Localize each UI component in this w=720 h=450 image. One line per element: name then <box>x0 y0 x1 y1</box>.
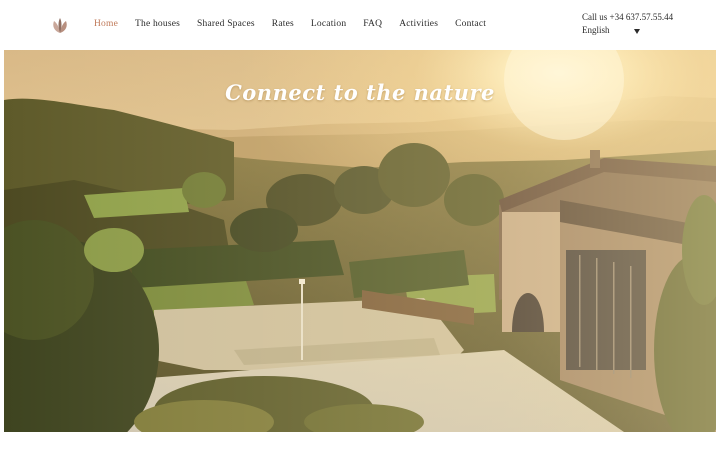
language-selector[interactable]: English <box>582 24 673 37</box>
caret-down-icon <box>633 28 640 34</box>
hero-banner: Connect to the nature <box>4 50 716 432</box>
main-nav: Home The houses Shared Spaces Rates Loca… <box>94 19 486 29</box>
nav-item-home[interactable]: Home <box>94 19 118 29</box>
phone-link[interactable]: Call us +34 637.57.55.44 <box>582 11 673 24</box>
nav-item-the-houses[interactable]: The houses <box>135 19 180 29</box>
language-label: English <box>582 25 610 35</box>
leaf-logo-icon[interactable] <box>50 17 70 35</box>
hero-title: Connect to the nature <box>225 80 495 105</box>
hero-landscape-image <box>4 50 716 432</box>
nav-item-activities[interactable]: Activities <box>399 19 438 29</box>
nav-item-faq[interactable]: FAQ <box>363 19 382 29</box>
header-contact: Call us +34 637.57.55.44 English <box>582 11 673 37</box>
nav-item-shared-spaces[interactable]: Shared Spaces <box>197 19 255 29</box>
site-header: Home The houses Shared Spaces Rates Loca… <box>0 0 720 50</box>
nav-item-contact[interactable]: Contact <box>455 19 486 29</box>
nav-item-location[interactable]: Location <box>311 19 346 29</box>
nav-item-rates[interactable]: Rates <box>272 19 294 29</box>
